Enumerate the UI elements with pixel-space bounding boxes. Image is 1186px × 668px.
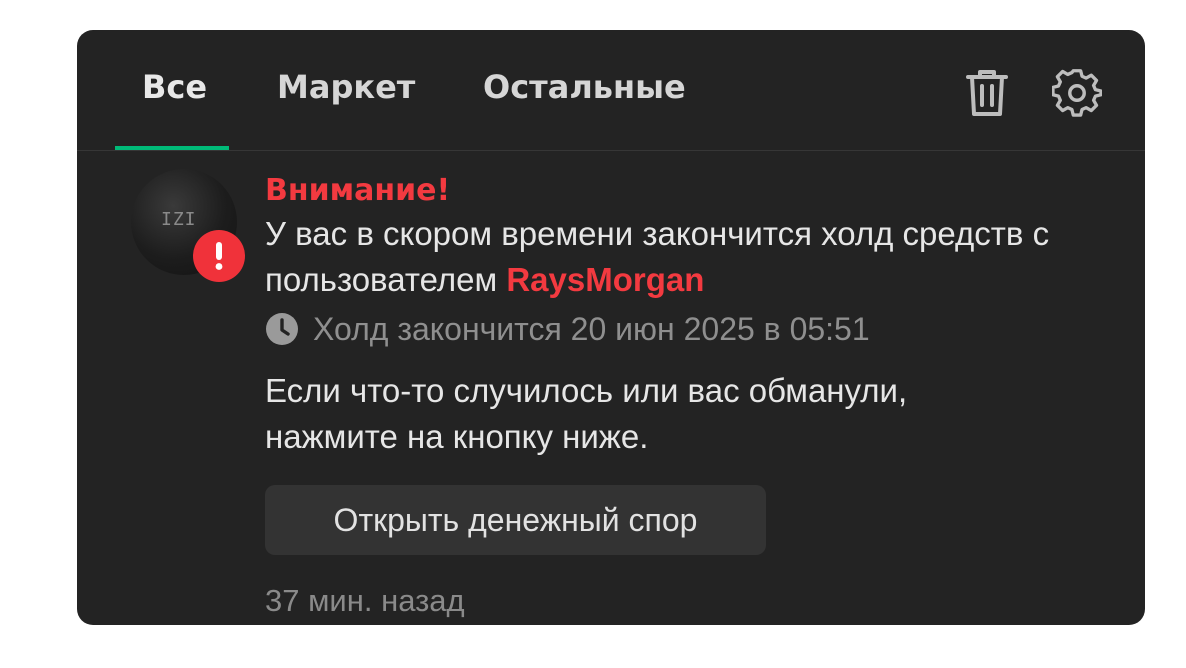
username-link[interactable]: RaysMorgan xyxy=(506,261,704,298)
delete-button[interactable] xyxy=(962,66,1012,120)
settings-button[interactable] xyxy=(1052,66,1102,120)
hold-end-text: Холд закончится 20 июн 2025 в 05:51 xyxy=(313,310,870,347)
tab-market[interactable]: Маркет xyxy=(277,68,415,106)
avatar-logo-text: IZI xyxy=(161,209,197,230)
notifications-panel: Все Маркет Остальные IZI Внимание! У вас… xyxy=(77,30,1145,625)
help-note: Если что-то случилось или вас обманули, … xyxy=(265,372,908,455)
active-tab-indicator xyxy=(115,146,229,150)
tab-all[interactable]: Все xyxy=(142,68,207,106)
notification-content: Внимание! У вас в скором времени закончи… xyxy=(265,171,1125,460)
notification-message: У вас в скором времени закончится холд с… xyxy=(265,211,1125,303)
tab-other[interactable]: Остальные xyxy=(483,68,686,106)
notification-time: 37 мин. назад xyxy=(265,583,465,618)
clock-icon xyxy=(265,312,299,346)
tab-bar: Все Маркет Остальные xyxy=(77,30,1145,151)
notification-title: Внимание! xyxy=(265,173,451,208)
exclamation-icon xyxy=(215,242,223,270)
gear-icon xyxy=(1052,69,1102,117)
hold-info: Холд закончится 20 июн 2025 в 05:51 xyxy=(265,304,1125,354)
open-dispute-button[interactable]: Открыть денежный спор xyxy=(265,485,766,555)
trash-icon xyxy=(966,70,1008,116)
alert-badge xyxy=(193,230,245,282)
